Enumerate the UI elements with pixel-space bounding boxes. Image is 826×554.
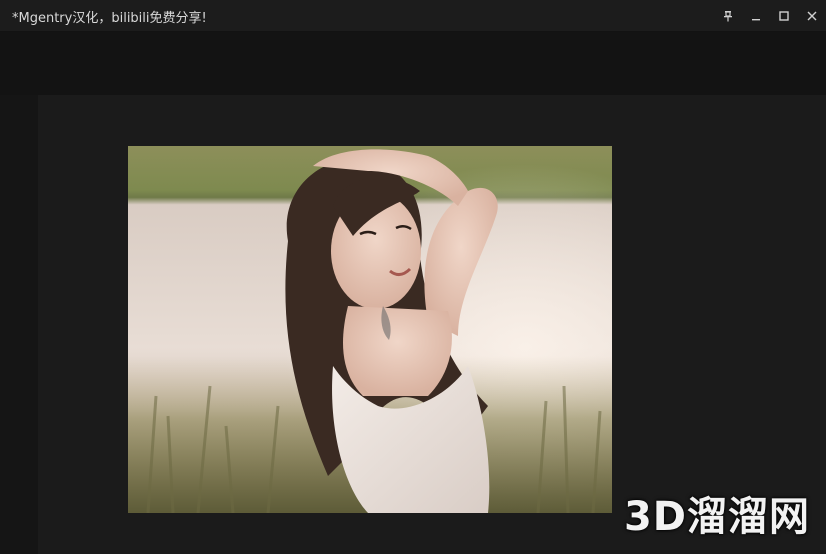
minimize-button[interactable] <box>742 0 770 32</box>
photo-image <box>128 146 612 513</box>
pin-button[interactable] <box>714 0 742 32</box>
maximize-icon <box>778 10 790 22</box>
window-title: *Mgentry汉化，bilibili免费分享! <box>12 11 207 26</box>
minimize-icon <box>750 10 762 22</box>
close-icon <box>806 10 818 22</box>
close-button[interactable] <box>798 0 826 32</box>
window-controls <box>714 0 826 32</box>
workspace: 3D溜溜网 <box>0 32 826 554</box>
app-window: *Mgentry汉化，bilibili免费分享! 3D溜溜网 <box>0 0 826 554</box>
portrait-photo[interactable] <box>128 146 612 513</box>
title-bar[interactable]: *Mgentry汉化，bilibili免费分享! <box>0 0 826 32</box>
left-panel-strip <box>0 95 38 554</box>
pin-icon <box>722 10 734 22</box>
maximize-button[interactable] <box>770 0 798 32</box>
watermark: 3D溜溜网 <box>623 494 810 540</box>
